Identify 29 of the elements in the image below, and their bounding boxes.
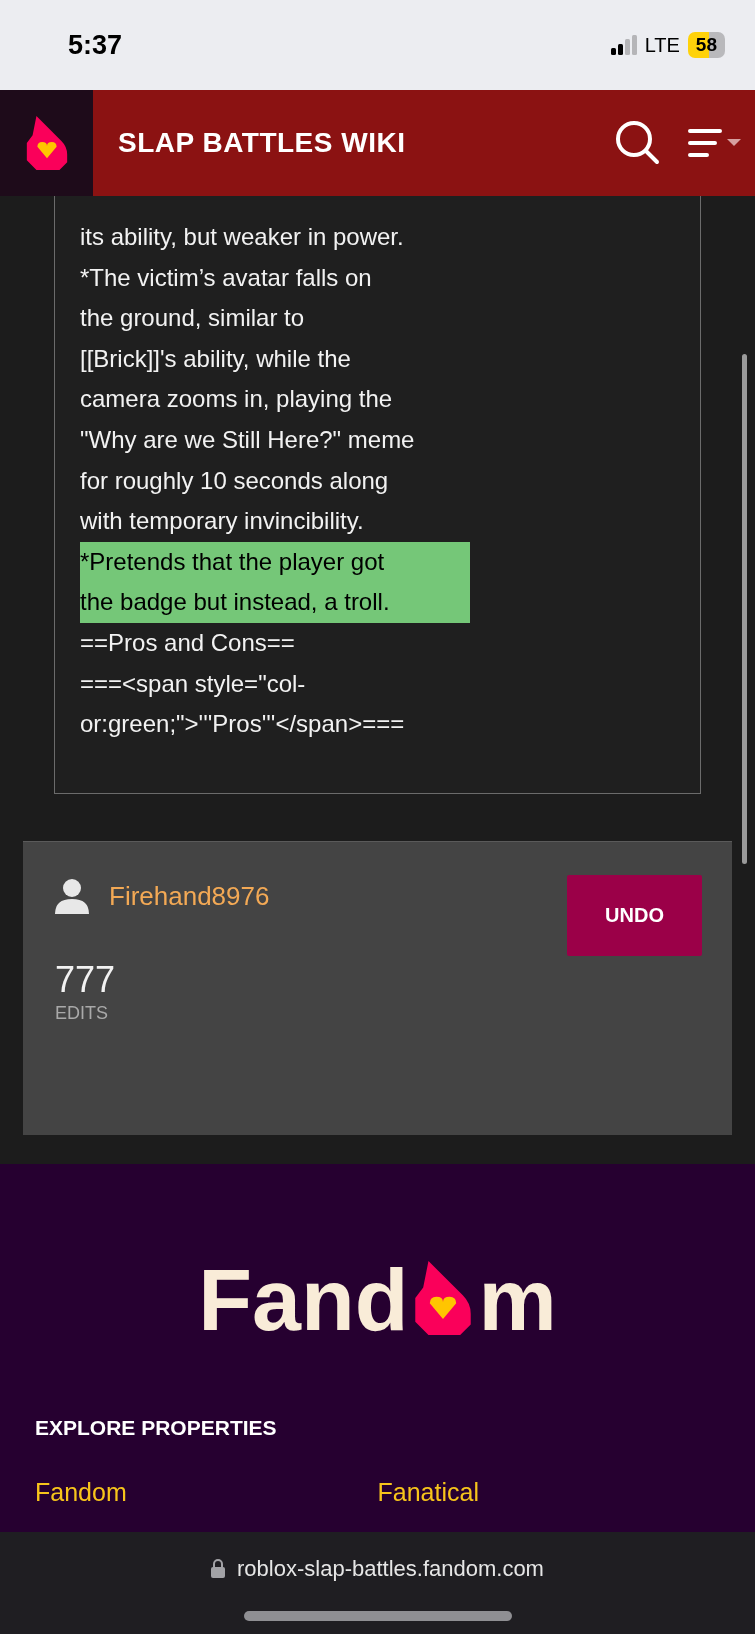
source-text-line: "Why are we Still Here?" meme [80,424,416,455]
wiki-title[interactable]: SLAP BATTLES WIKI [118,122,615,164]
source-text-line: ==Pros and Cons== [80,627,296,658]
network-label: LTE [644,33,680,58]
source-text-line: with temporary invincibility. [80,506,365,537]
section-heading: EXPLORE PROPERTIES [35,1415,278,1441]
source-text-line: *The victim’s avatar falls on [80,262,373,293]
footer-link[interactable]: Fandom [35,1473,378,1511]
source-text-line: ===<span style="col- [80,668,307,699]
url-text[interactable]: roblox-slap-battles.fandom.com [237,1552,544,1585]
source-text-line: or:green;">'''Pros'''</span>=== [80,709,406,740]
source-text-line: for roughly 10 seconds along [80,465,390,496]
edit-count-label: EDITS [55,1001,109,1025]
footer-link[interactable]: Fanatical [377,1473,720,1511]
source-text-line: its ability, but weaker in power. [80,222,405,252]
source-text-line: [[Brick]]'s ability, while the [80,343,352,374]
edit-count: 777 [55,959,117,1000]
undo-button[interactable]: UNDO [567,874,702,956]
status-time: 5:37 [68,28,123,62]
menu-icon[interactable] [687,128,743,158]
signal-icon [610,35,637,55]
search-icon[interactable] [615,120,661,166]
fandom-logo[interactable]: Fand m [198,1256,557,1340]
lock-icon [211,1559,226,1578]
user-icon [55,878,89,915]
username-link[interactable]: Firehand8976 [109,876,270,916]
source-text-line: camera zooms in, playing the [80,384,394,415]
source-text-line: the ground, similar to [80,303,306,334]
logo-tile[interactable] [0,90,93,196]
